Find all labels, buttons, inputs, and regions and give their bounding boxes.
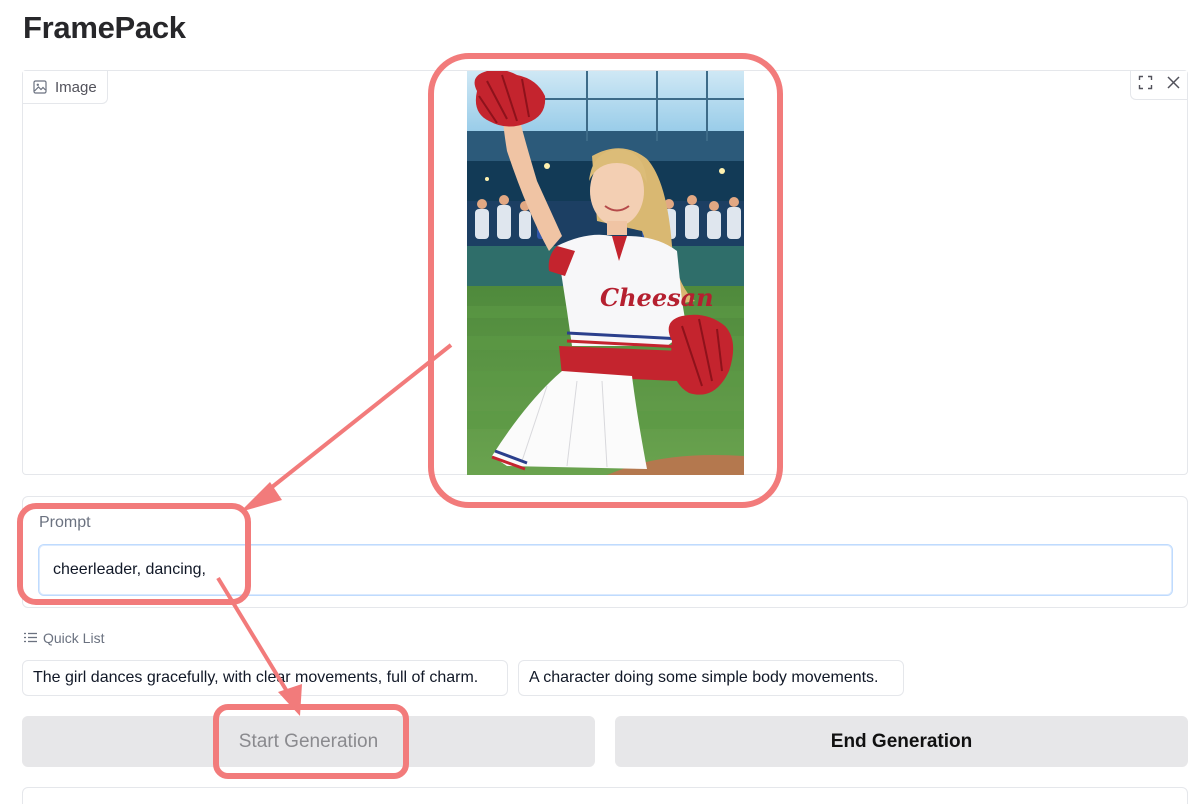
quick-list-label: Quick List xyxy=(24,630,104,646)
cheerleader-photo: Cheesan xyxy=(467,71,744,475)
image-panel-label: Image xyxy=(23,71,108,104)
fullscreen-button[interactable] xyxy=(1131,71,1159,99)
app-title: FramePack xyxy=(23,10,186,45)
end-generation-button[interactable]: End Generation xyxy=(615,716,1188,767)
quick-list-item[interactable]: The girl dances gracefully, with clear m… xyxy=(22,660,508,696)
prompt-label: Prompt xyxy=(39,514,91,531)
image-icon xyxy=(33,80,47,94)
quick-list-item[interactable]: A character doing some simple body movem… xyxy=(518,660,904,696)
fullscreen-icon xyxy=(1138,75,1153,95)
close-icon xyxy=(1166,75,1181,95)
image-upload-panel[interactable]: Image Cheesan xyxy=(22,70,1188,475)
jersey-text: Cheesan xyxy=(600,283,714,312)
prompt-panel: Prompt xyxy=(22,496,1188,608)
image-panel-tools xyxy=(1130,71,1187,100)
image-label-text: Image xyxy=(55,78,97,96)
list-icon xyxy=(24,630,37,646)
uploaded-image: Cheesan xyxy=(467,71,744,475)
start-generation-button[interactable]: Start Generation xyxy=(22,716,595,767)
close-button[interactable] xyxy=(1159,71,1187,99)
prompt-input[interactable] xyxy=(38,544,1173,596)
quick-list-label-text: Quick List xyxy=(43,630,105,646)
output-panel xyxy=(22,787,1188,804)
